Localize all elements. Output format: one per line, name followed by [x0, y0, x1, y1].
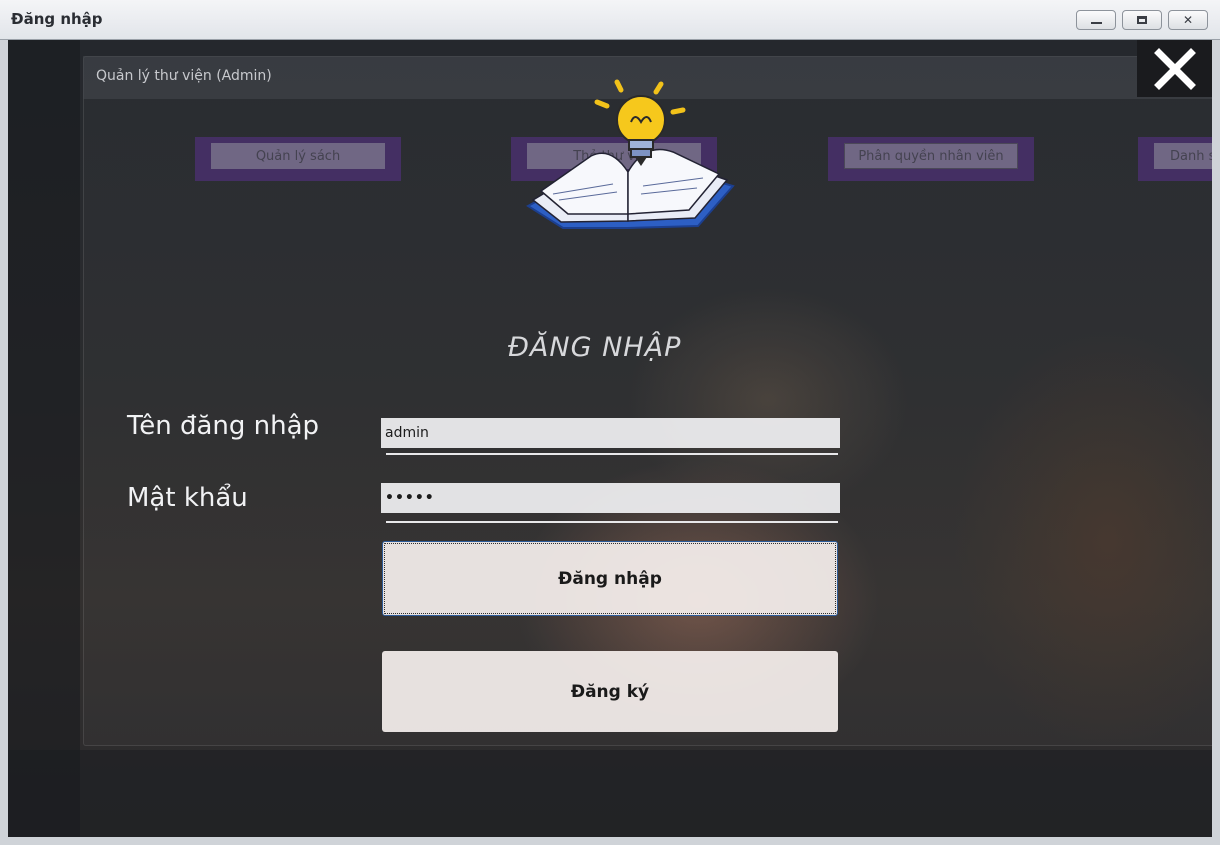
book-lightbulb-logo	[526, 79, 735, 229]
bg-menu-label: Phân quyền nhân viên	[844, 143, 1018, 169]
close-icon: ✕	[1182, 13, 1194, 27]
username-underline	[386, 453, 838, 455]
password-underline	[386, 521, 838, 523]
maximize-button[interactable]	[1122, 10, 1162, 30]
bg-menu-label: Danh s	[1154, 143, 1212, 169]
login-form-area: Quản lý thư viện (Admin) Quản lý sách Th…	[8, 40, 1212, 837]
username-input[interactable]: admin	[381, 418, 840, 448]
minimize-button[interactable]	[1076, 10, 1116, 30]
minimize-icon	[1077, 11, 1115, 29]
maximize-icon	[1123, 11, 1161, 29]
bg-menu-item-permissions: Phân quyền nhân viên	[828, 137, 1034, 181]
password-label: Mật khẩu	[127, 483, 248, 513]
bg-menu-item-list: Danh s	[1138, 137, 1212, 181]
window-titlebar: Đăng nhập ✕	[0, 0, 1220, 40]
login-heading: ĐĂNG NHẬP	[508, 332, 682, 363]
close-button[interactable]	[1137, 40, 1212, 97]
login-button[interactable]: Đăng nhập	[382, 541, 838, 616]
username-label: Tên đăng nhập	[127, 411, 320, 441]
background-app-title: Quản lý thư viện (Admin)	[96, 68, 272, 84]
bg-menu-item-books: Quản lý sách	[195, 137, 401, 181]
password-input[interactable]: •••••	[381, 483, 840, 513]
close-icon	[1153, 47, 1196, 90]
bg-menu-label: Quản lý sách	[211, 143, 385, 169]
window-title: Đăng nhập	[11, 10, 103, 28]
window-close-button[interactable]: ✕	[1168, 10, 1208, 30]
register-button[interactable]: Đăng ký	[382, 651, 838, 732]
